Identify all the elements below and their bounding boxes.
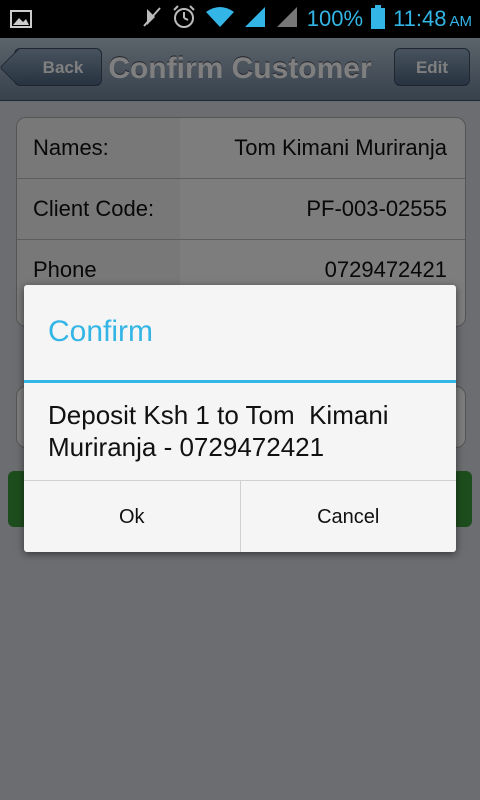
wifi-icon <box>205 5 235 34</box>
clock-ampm: AM <box>449 13 473 30</box>
mute-icon <box>141 5 163 34</box>
clock-time: 11:48 <box>393 6 447 31</box>
dialog-message: Deposit Ksh 1 to Tom Kimani Muriranja - … <box>48 400 396 462</box>
signal-icon-2 <box>275 5 299 34</box>
dialog-divider <box>24 380 456 383</box>
dialog-title: Confirm <box>48 315 154 348</box>
confirm-dialog: Confirm Deposit Ksh 1 to Tom Kimani Muri… <box>24 285 456 552</box>
image-icon <box>10 8 32 35</box>
alarm-icon <box>171 4 197 35</box>
status-bar: 100% 11:48 AM <box>0 0 480 38</box>
ok-button[interactable]: Ok <box>24 481 240 552</box>
signal-icon <box>243 5 267 34</box>
battery-icon <box>371 4 386 34</box>
cancel-button[interactable]: Cancel <box>239 481 457 552</box>
dialog-buttons: Ok Cancel <box>24 480 456 552</box>
battery-percent: 100% <box>306 6 364 31</box>
